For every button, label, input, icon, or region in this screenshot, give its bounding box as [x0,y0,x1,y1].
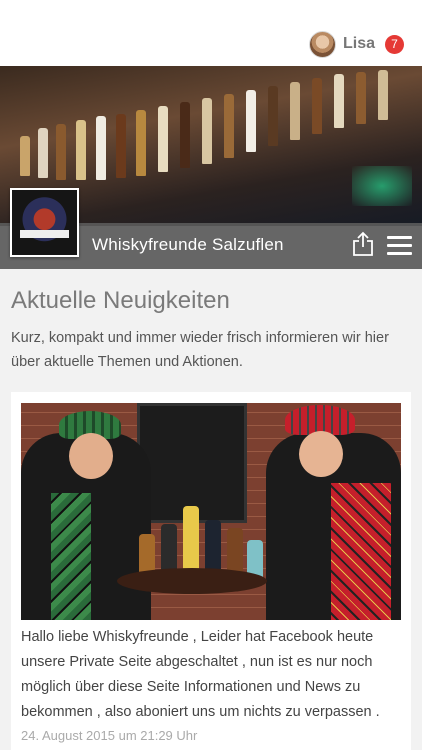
menu-line [387,236,412,239]
tartan-left [51,493,91,620]
hero-bottle [334,74,344,128]
user-name[interactable]: Lisa [343,35,375,53]
hamburger-menu-icon[interactable] [387,236,412,256]
top-bar: Lisa 7 [0,0,422,66]
post-date: 24. August 2015 um 21:29 Uhr [21,728,198,743]
notification-badge[interactable]: 7 [385,34,404,54]
hero-bottle [136,110,146,176]
hero-bottle [224,94,234,158]
club-logo[interactable] [10,188,79,257]
face-left [69,433,113,479]
club-title: Whiskyfreunde Salzuflen [92,235,284,254]
hero-bottle [20,136,30,176]
hero-bottle [116,114,126,178]
section-title: Aktuelle Neuigkeiten [11,287,230,314]
hero-bottle [96,116,106,180]
section-intro: Kurz, kompakt und immer wieder frisch in… [11,330,389,370]
hero-bottle [290,82,300,140]
news-post-card[interactable]: Hallo liebe Whiskyfreunde , Leider hat F… [11,392,411,750]
tartan-right [331,483,391,620]
logo-banner [20,230,69,238]
menu-line [387,244,412,247]
share-icon[interactable] [352,231,374,257]
hero-bottle [378,70,388,120]
hero-bottle [38,128,48,178]
hero-bottle [202,98,212,164]
hero-bottle [356,72,366,124]
avatar[interactable] [308,30,336,58]
hero-bottle [76,120,86,180]
post-photo[interactable] [21,403,401,620]
hero-bottle [56,124,66,180]
chalkboard [137,403,247,523]
menu-line [387,252,412,255]
face-right [299,431,343,477]
hero-bottle [158,106,168,172]
round-table [117,568,267,594]
hero-light [352,166,412,206]
hero-bottle [180,102,190,168]
hero-bottle [246,90,256,152]
hero-bottle [312,78,322,134]
hero-bottle [268,86,278,146]
user-profile[interactable]: Lisa 7 [308,30,404,58]
post-text: Hallo liebe Whiskyfreunde , Leider hat F… [21,629,380,720]
